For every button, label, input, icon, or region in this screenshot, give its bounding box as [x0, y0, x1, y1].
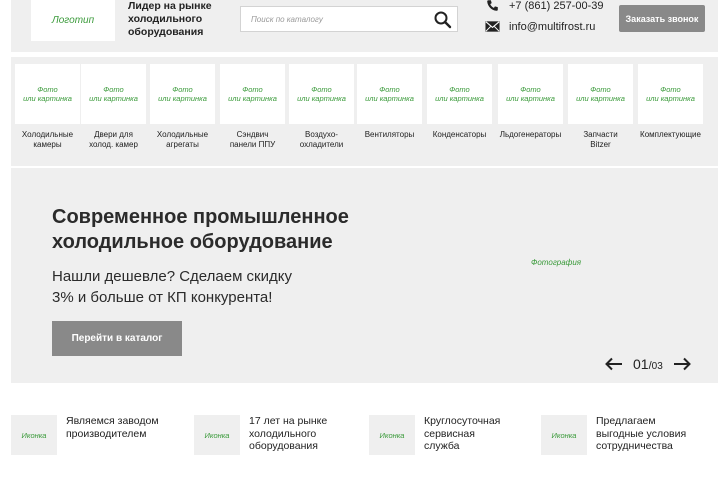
- arrow-right-icon[interactable]: [673, 357, 691, 371]
- category-item[interactable]: Фото или картинка Запчасти Bitzer: [568, 64, 633, 150]
- hero-subtitle: Нашли дешевле? Сделаем скидку 3% и больш…: [52, 268, 292, 306]
- category-label: Холодильные камеры: [21, 130, 74, 149]
- slider-navigation: 01 / 03: [605, 356, 691, 372]
- callback-button[interactable]: Заказать звонок: [619, 5, 705, 32]
- category-item[interactable]: Фото или картинка Сэндвич панели ППУ: [220, 64, 285, 150]
- category-thumbnail: Фото или картинка: [498, 64, 563, 124]
- category-strip: Фото или картинка Холодильные камеры Фот…: [11, 57, 718, 166]
- logo[interactable]: Логотип: [31, 0, 115, 41]
- feature-item: Иконка 17 лет на рынке холодильного обор…: [194, 415, 327, 455]
- category-thumbnail: Фото или картинка: [150, 64, 215, 124]
- email-contact[interactable]: info@multifrost.ru: [485, 20, 595, 33]
- category-label: Льдогенераторы: [499, 130, 562, 139]
- search-icon[interactable]: [433, 10, 453, 30]
- category-thumbnail: Фото или картинка: [357, 64, 422, 124]
- category-thumbnail: Фото или картинка: [568, 64, 633, 124]
- feature-icon: Иконка: [369, 415, 415, 455]
- feature-icon: Иконка: [194, 415, 240, 455]
- feature-icon: Иконка: [541, 415, 587, 455]
- category-thumbnail: Фото или картинка: [81, 64, 146, 124]
- category-label: Вентиляторы: [364, 130, 415, 139]
- site-header: Логотип Лидер на рынке холодильного обор…: [11, 0, 718, 52]
- category-item[interactable]: Фото или картинка Вентиляторы: [357, 64, 422, 140]
- feature-text: Являемся заводом производителем: [66, 415, 159, 440]
- category-item[interactable]: Фото или картинка Конденсаторы: [427, 64, 492, 140]
- category-thumbnail: Фото или картинка: [289, 64, 354, 124]
- hero-slider: Современное промышленное холодильное обо…: [11, 168, 718, 383]
- feature-item: Иконка Круглосуточная сервисная служба: [369, 415, 500, 455]
- arrow-left-icon[interactable]: [605, 357, 623, 371]
- phone-number[interactable]: +7 (861) 257-00-39: [509, 0, 603, 12]
- category-thumbnail: Фото или картинка: [638, 64, 703, 124]
- search-box: [240, 6, 458, 32]
- email-address[interactable]: info@multifrost.ru: [509, 21, 595, 33]
- category-thumbnail: Фото или картинка: [220, 64, 285, 124]
- hero-title: Современное промышленное холодильное обо…: [52, 206, 349, 253]
- category-thumbnail: Фото или картинка: [15, 64, 80, 124]
- slide-counter: 01 / 03: [633, 356, 663, 372]
- category-thumbnail: Фото или картинка: [427, 64, 492, 124]
- feature-text: Круглосуточная сервисная служба: [424, 415, 501, 452]
- category-item[interactable]: Фото или картинка Воздухо- охладители: [289, 64, 354, 150]
- phone-icon: [487, 0, 498, 11]
- hero-photo-placeholder: Фотография: [531, 258, 582, 267]
- slide-total: 03: [651, 361, 663, 372]
- category-label: Конденсаторы: [432, 130, 487, 139]
- mail-icon: [485, 21, 500, 32]
- category-label: Холодильные агрегаты: [156, 130, 209, 149]
- tagline: Лидер на рынке холодильного оборудования: [128, 0, 212, 38]
- category-item[interactable]: Фото или картинка Двери для холод. камер: [81, 64, 146, 150]
- catalog-button[interactable]: Перейти в каталог: [52, 321, 182, 356]
- feature-text: Предлагаем выгодные условия сотрудничест…: [596, 415, 687, 452]
- feature-item: Иконка Предлагаем выгодные условия сотру…: [541, 415, 686, 455]
- category-label: Воздухо- охладители: [299, 130, 344, 149]
- feature-icon: Иконка: [11, 415, 57, 455]
- category-item[interactable]: Фото или картинка Холодильные агрегаты: [150, 64, 215, 150]
- category-label: Сэндвич панели ППУ: [229, 130, 276, 149]
- category-item[interactable]: Фото или картинка Холодильные камеры: [15, 64, 80, 150]
- category-label: Запчасти Bitzer: [583, 130, 618, 149]
- category-label: Комплектующие: [640, 130, 701, 139]
- phone-contact[interactable]: +7 (861) 257-00-39: [485, 0, 603, 12]
- feature-item: Иконка Являемся заводом производителем: [11, 415, 159, 455]
- category-item[interactable]: Фото или картинка Льдогенераторы: [498, 64, 563, 140]
- search-input[interactable]: [241, 8, 427, 30]
- category-label: Двери для холод. камер: [89, 130, 138, 149]
- slide-current: 01: [633, 356, 649, 372]
- feature-text: 17 лет на рынке холодильного оборудовани…: [249, 415, 328, 452]
- category-item[interactable]: Фото или картинка Комплектующие: [638, 64, 703, 140]
